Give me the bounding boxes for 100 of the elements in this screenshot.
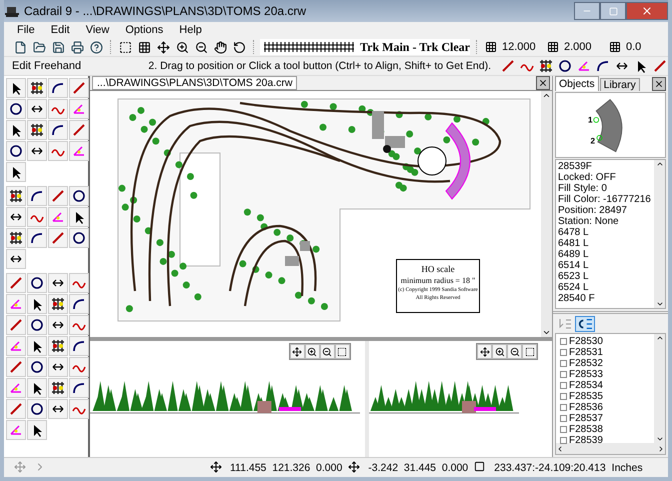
maximize-button[interactable] <box>600 2 626 20</box>
tool-button[interactable] <box>69 378 89 398</box>
tool-button[interactable] <box>6 207 26 227</box>
tool-button[interactable] <box>6 162 26 182</box>
tool-button[interactable] <box>27 315 47 335</box>
scroll-left-icon[interactable] <box>556 444 564 452</box>
document-tab[interactable]: ...\DRAWINGS\PLANS\3D\TOMS 20a.crw <box>92 76 298 90</box>
tree-item[interactable]: F28530 <box>569 336 603 347</box>
pan-icon[interactable] <box>155 39 171 55</box>
scroll-up-icon[interactable] <box>656 334 664 342</box>
tree-item[interactable]: F28537 <box>569 413 603 424</box>
menu-item[interactable]: Edit <box>44 24 77 36</box>
scroll-down-icon[interactable] <box>656 435 664 443</box>
tool-button[interactable] <box>27 99 47 119</box>
zoom-out-icon[interactable] <box>507 344 522 359</box>
tool-button[interactable] <box>27 78 47 98</box>
tool-button[interactable] <box>48 315 68 335</box>
tool-button[interactable] <box>6 399 26 419</box>
zoom-in-icon[interactable] <box>492 344 507 359</box>
pan-icon[interactable] <box>477 344 492 359</box>
minimize-button[interactable] <box>574 2 600 20</box>
tool-button[interactable] <box>6 315 26 335</box>
tool-button[interactable] <box>27 120 47 140</box>
select-area-icon[interactable] <box>334 344 350 359</box>
tree-item[interactable]: F28536 <box>569 402 603 413</box>
tool-button[interactable] <box>27 378 47 398</box>
scroll-up-icon[interactable] <box>542 91 551 100</box>
tool-button[interactable] <box>6 228 26 248</box>
tool-button[interactable] <box>27 228 47 248</box>
tool-button[interactable] <box>48 336 68 356</box>
tool-button[interactable] <box>27 186 47 206</box>
tree-item[interactable]: F28531 <box>569 347 603 358</box>
panel-tab[interactable]: Objects <box>555 76 599 91</box>
tool-button[interactable] <box>48 357 68 377</box>
tool-button[interactable] <box>48 78 68 98</box>
tree-item[interactable]: F28539 <box>569 435 603 446</box>
tool-button[interactable] <box>6 141 26 161</box>
track-tool-icon[interactable] <box>538 58 554 74</box>
tool-button[interactable] <box>27 273 47 293</box>
redraw-icon[interactable] <box>231 39 247 55</box>
tool-button[interactable] <box>27 399 47 419</box>
tool-button[interactable] <box>27 357 47 377</box>
tool-button[interactable] <box>69 207 89 227</box>
tool-button[interactable] <box>69 294 89 314</box>
tool-button[interactable] <box>48 186 68 206</box>
scroll-right-icon[interactable] <box>657 444 665 452</box>
track-tool-icon[interactable] <box>557 58 573 74</box>
tool-button[interactable] <box>69 78 89 98</box>
tool-button[interactable] <box>6 249 26 269</box>
tool-button[interactable] <box>6 357 26 377</box>
zoom-in-icon[interactable] <box>174 39 190 55</box>
tool-button[interactable] <box>48 294 68 314</box>
tool-button[interactable] <box>48 399 68 419</box>
hand-icon[interactable] <box>212 39 228 55</box>
save-icon[interactable] <box>50 39 66 55</box>
tool-button[interactable] <box>48 378 68 398</box>
folder-icon[interactable] <box>31 39 47 55</box>
scroll-down-icon[interactable] <box>542 328 551 337</box>
menu-item[interactable]: Help <box>172 24 209 36</box>
menu-item[interactable]: Options <box>118 24 170 36</box>
tree-item[interactable]: F28533 <box>569 369 603 380</box>
menu-item[interactable]: View <box>78 24 116 36</box>
pan-icon[interactable] <box>290 344 305 359</box>
close-button[interactable] <box>536 76 550 90</box>
grid-icon[interactable] <box>483 39 499 55</box>
refresh-tree-icon[interactable] <box>575 316 595 332</box>
close-button[interactable] <box>652 77 666 91</box>
track-tool-icon[interactable] <box>652 58 668 74</box>
track-tool-icon[interactable] <box>500 58 516 74</box>
track-type-field[interactable]: Trk Main - Trk Clear <box>260 39 470 55</box>
zoom-in-icon[interactable] <box>304 344 320 359</box>
tool-button[interactable] <box>69 228 89 248</box>
tree-item[interactable]: F28535 <box>569 391 603 402</box>
help-icon[interactable] <box>88 39 104 55</box>
tool-button[interactable] <box>69 336 89 356</box>
tool-button[interactable] <box>27 141 47 161</box>
scroll-down-icon[interactable] <box>656 300 664 308</box>
tool-button[interactable] <box>48 120 68 140</box>
panel-tab[interactable]: Library <box>600 78 640 91</box>
tool-button[interactable] <box>27 336 47 356</box>
zoom-out-icon[interactable] <box>320 344 335 359</box>
tool-button[interactable] <box>27 294 47 314</box>
zoom-out-icon[interactable] <box>193 39 209 55</box>
tool-button[interactable] <box>6 120 26 140</box>
tree-item[interactable]: F28538 <box>569 424 603 435</box>
select-area-icon[interactable] <box>522 344 537 359</box>
tool-button[interactable] <box>6 186 26 206</box>
select-area-icon[interactable] <box>117 39 133 55</box>
tool-button[interactable] <box>48 273 68 293</box>
tool-button[interactable] <box>6 78 26 98</box>
grid-icon[interactable] <box>136 39 152 55</box>
scroll-up-icon[interactable] <box>656 160 664 168</box>
tool-button[interactable] <box>48 228 68 248</box>
menu-item[interactable]: File <box>10 24 42 36</box>
tool-button[interactable] <box>27 420 47 440</box>
tool-button[interactable] <box>6 273 26 293</box>
tree-item[interactable]: F28532 <box>569 358 603 369</box>
tool-button[interactable] <box>6 99 26 119</box>
tree-item[interactable]: F28534 <box>569 380 603 391</box>
track-tool-icon[interactable] <box>595 58 611 74</box>
